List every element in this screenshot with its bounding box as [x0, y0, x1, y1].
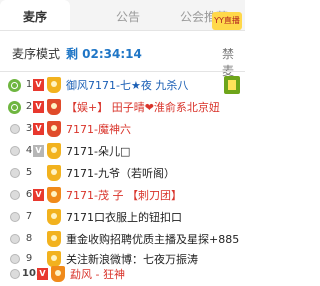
vip-badge-icon: V [37, 268, 48, 280]
queue-user-name: 7171-九爷（若听阁） [66, 167, 175, 180]
status-dot-icon [10, 212, 20, 222]
status-dot-icon [10, 254, 20, 264]
queue-number: 8 [25, 233, 33, 244]
queue-row[interactable]: 2 V 【娱+】 田子晴❤淮俞系北京妞 [0, 97, 245, 119]
vip-badge-icon: V [33, 101, 44, 113]
queue-user-name: 7171口衣服上的钮扣口 [66, 211, 182, 224]
speaking-indicator-icon [8, 101, 21, 114]
queue-row[interactable]: 3 V 7171-魔神六 [0, 119, 245, 141]
queue-number: 5 [25, 167, 33, 178]
fan-badge-icon [47, 99, 61, 115]
queue-user-name: 7171-朵儿□ [66, 145, 131, 158]
vip-badge-icon: V [33, 145, 44, 157]
mode-divider [0, 71, 245, 72]
fan-badge-icon [47, 77, 61, 93]
queue-row[interactable]: 6 V 7171-茂 子 【刺刀团】 [0, 185, 245, 207]
queue-row[interactable]: 4 V 7171-朵儿□ [0, 141, 245, 163]
queue-user-name: 【娱+】 田子晴❤淮俞系北京妞 [66, 101, 220, 114]
fan-badge-icon [47, 231, 61, 247]
tab-bar: 麦序 公告 公会推荐 YY直播 [0, 0, 245, 30]
vip-badge-icon: V [33, 123, 44, 135]
queue-number: 7 [25, 211, 33, 222]
vip-badge-icon: V [33, 79, 44, 91]
mute-mic-link[interactable]: 禁麦 [222, 45, 245, 79]
queue-user-name: 重金收购招聘优质主播及星探+885 [66, 233, 240, 246]
queue-user-name: 御风7171-七★夜 九杀八 [66, 79, 189, 92]
fan-badge-icon [47, 187, 61, 203]
mode-bar: 麦序模式 剩 02:34:14 禁麦 [0, 31, 245, 78]
queue-row[interactable]: 5 7171-九爷（若听阁） [0, 163, 245, 185]
queue-user-name: 勐风 - 狂神 [70, 268, 125, 281]
fan-badge-icon [47, 165, 61, 181]
queue-row[interactable]: 7 7171口衣服上的钮扣口 [0, 207, 245, 229]
guild-badge-icon [224, 76, 240, 94]
countdown-timer: 剩 02:34:14 [66, 47, 142, 61]
fan-badge-icon [47, 121, 61, 137]
queue-user-name: 7171-魔神六 [66, 123, 131, 136]
speaking-indicator-icon [8, 79, 21, 92]
status-dot-icon [10, 124, 20, 134]
mode-label: 麦序模式 [12, 47, 61, 61]
tab-announcement[interactable]: 公告 [88, 0, 168, 30]
queue-user-name: 7171-茂 子 【刺刀团】 [66, 189, 182, 202]
queue-row[interactable]: 1 V 御风7171-七★夜 九杀八 [0, 75, 245, 97]
status-dot-icon [10, 146, 20, 156]
fan-badge-icon [51, 266, 65, 282]
logo-text: YY直播 [214, 16, 240, 25]
status-dot-icon [10, 269, 20, 279]
queue-number: 9 [25, 253, 33, 264]
tab-queue[interactable]: 麦序 [0, 0, 70, 30]
queue-row[interactable]: 8 重金收购招聘优质主播及星探+885 [0, 229, 245, 251]
vip-badge-icon: V [33, 189, 44, 201]
status-dot-icon [10, 168, 20, 178]
queue-number: 10. [22, 268, 40, 279]
yy-live-logo: YY直播 [212, 12, 242, 30]
fan-badge-icon [47, 209, 61, 225]
fan-badge-icon [47, 143, 61, 159]
status-dot-icon [10, 234, 20, 244]
status-dot-icon [10, 190, 20, 200]
